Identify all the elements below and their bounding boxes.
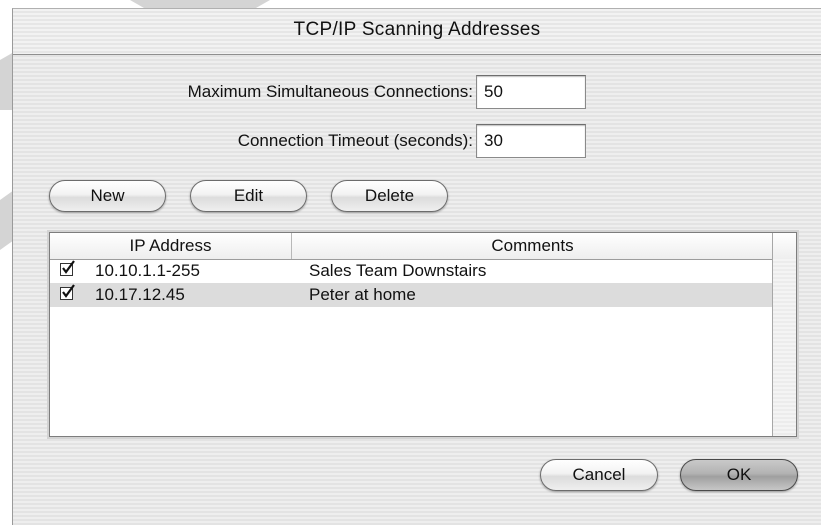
table-row[interactable]: 10.10.1.1-255 Sales Team Downstairs [50, 259, 772, 283]
checkmark-icon [62, 284, 75, 298]
ip-cell: 10.10.1.1-255 [95, 261, 200, 280]
title-bar[interactable]: TCP/IP Scanning Addresses [13, 9, 821, 55]
max-connections-field[interactable]: 50 [476, 75, 586, 109]
max-connections-label: Maximum Simultaneous Connections: [187, 82, 473, 101]
comment-cell: Sales Team Downstairs [309, 261, 487, 280]
row-checkbox[interactable] [60, 260, 75, 276]
timeout-field[interactable]: 30 [476, 124, 586, 158]
edit-button[interactable]: Edit [190, 180, 307, 212]
header-corner [772, 233, 796, 259]
timeout-label: Connection Timeout (seconds): [237, 131, 473, 150]
comment-cell: Peter at home [309, 285, 416, 304]
column-header-ip[interactable]: IP Address [50, 236, 291, 256]
window-title: TCP/IP Scanning Addresses [293, 19, 541, 40]
vertical-scrollbar[interactable] [772, 259, 796, 436]
address-table[interactable]: IP Address Comments 10.10.1.1-255 Sales … [49, 232, 797, 437]
cancel-button[interactable]: Cancel [540, 459, 658, 491]
ok-button[interactable]: OK [680, 459, 798, 491]
checkmark-icon [62, 260, 75, 274]
table-header: IP Address Comments [50, 233, 796, 260]
table-row[interactable]: 10.17.12.45 Peter at home [50, 283, 772, 307]
column-header-comments[interactable]: Comments [292, 236, 773, 256]
dialog-window: TCP/IP Scanning Addresses Maximum Simult… [12, 8, 821, 525]
ip-cell: 10.17.12.45 [95, 285, 185, 304]
new-button[interactable]: New [49, 180, 166, 212]
row-checkbox[interactable] [60, 284, 75, 300]
delete-button[interactable]: Delete [331, 180, 448, 212]
